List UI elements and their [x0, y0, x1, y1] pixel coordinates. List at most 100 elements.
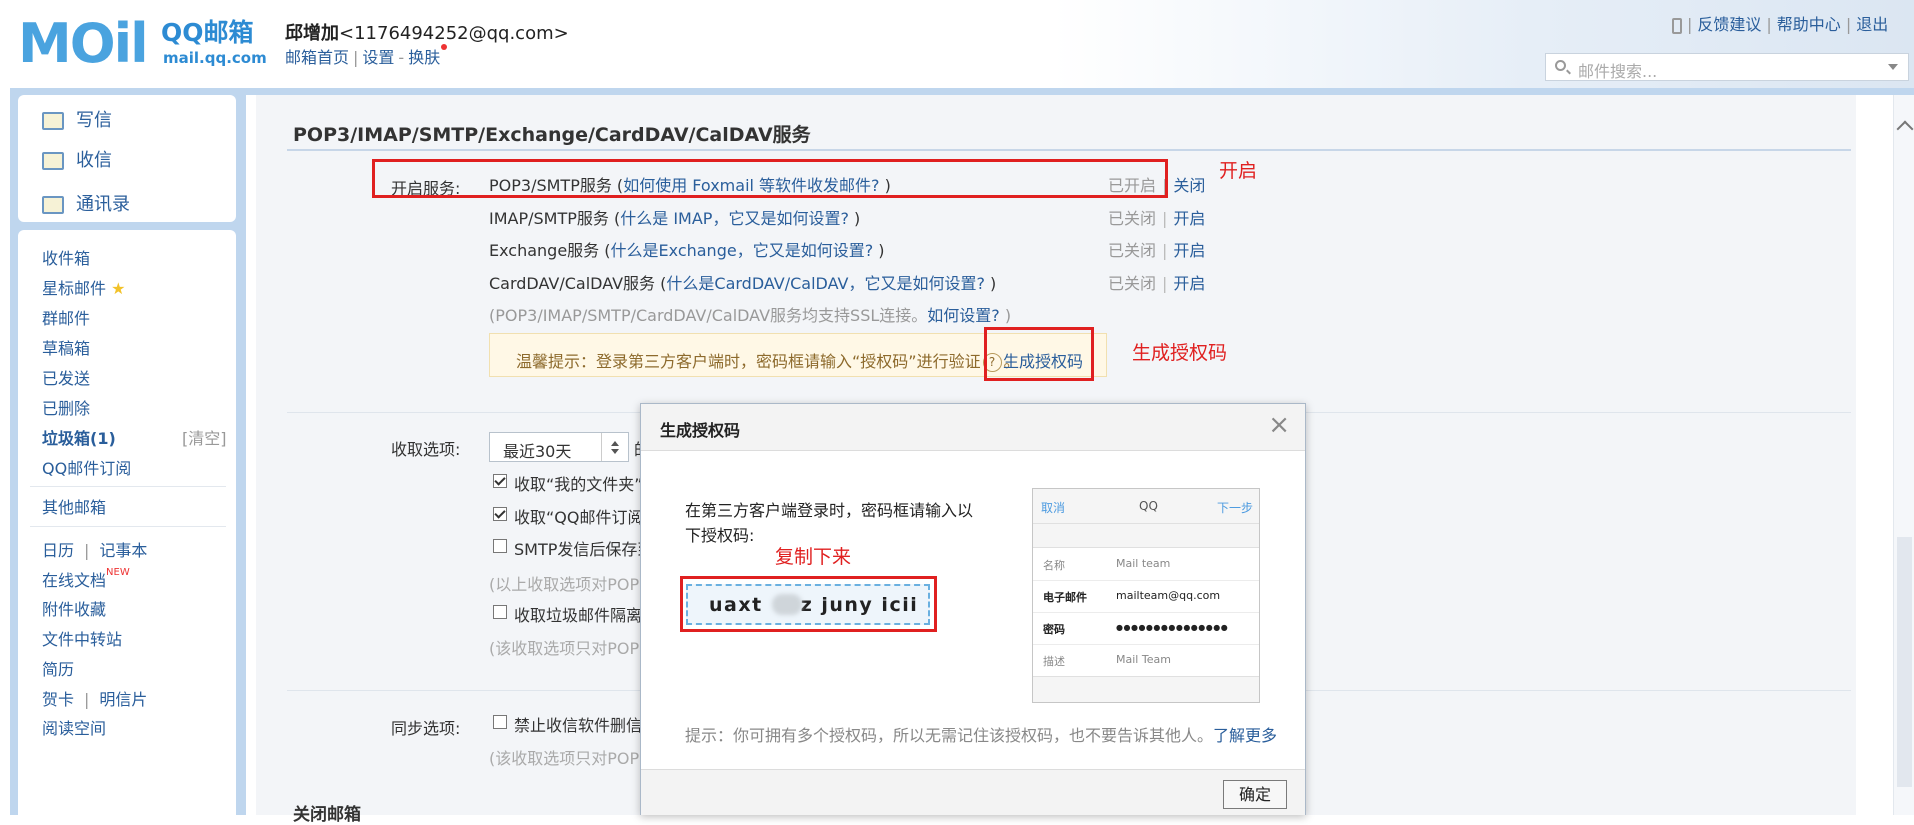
- generate-auth-code-dialog: 生成授权码 × 在第三方客户端登录时，密码框请输入以下授权码: 复制下来 uax…: [640, 403, 1306, 815]
- help-center-link[interactable]: 帮助中心: [1777, 15, 1841, 34]
- qq-mail-logo[interactable]: MOil QQ邮箱 mail.qq.com: [18, 12, 267, 75]
- nav-deleted[interactable]: 已删除: [42, 395, 90, 419]
- toggle-service-button[interactable]: 开启: [1173, 241, 1205, 260]
- spam-clear-link[interactable]: [清空]: [182, 425, 227, 449]
- preview-key: 描述: [1043, 655, 1065, 668]
- search-icon: [1555, 60, 1566, 71]
- scroll-up-icon[interactable]: [1896, 120, 1914, 138]
- preview-row: 电子邮件 mailteam@qq.com: [1033, 580, 1259, 613]
- receive-range-select[interactable]: 最近30天: [489, 432, 629, 462]
- auth-code-tip: 温馨提示：登录第三方客户端时，密码框请输入“授权码”进行验证?。: [516, 352, 1020, 372]
- checkbox-spam-receive[interactable]: [493, 605, 507, 619]
- nav-drafts[interactable]: 草稿箱: [42, 335, 90, 359]
- nav-sent[interactable]: 已发送: [42, 365, 90, 389]
- preview-value: ●●●●●●●●●●●●●●●: [1116, 623, 1229, 632]
- preview-title: QQ: [1139, 499, 1158, 513]
- service-imap: IMAP/SMTP服务 (什么是 IMAP，它又是如何设置? ): [489, 205, 860, 229]
- nav-calendar[interactable]: 日历: [42, 541, 74, 560]
- ssl-setup-link[interactable]: 如何设置?: [927, 306, 1000, 325]
- preview-cancel: 取消: [1041, 501, 1066, 515]
- change-skin-link[interactable]: 换肤: [408, 48, 440, 67]
- annotation-box-pop3: [372, 159, 1168, 198]
- nav-primary: 写信 收信 通讯录: [18, 95, 236, 222]
- close-mailbox-heading: 关闭邮箱: [293, 805, 361, 825]
- annotation-box-code: [680, 576, 937, 632]
- preview-value: Mail team: [1116, 557, 1171, 570]
- checkbox-spam-receive-label: 收取垃圾邮件隔离: [514, 606, 643, 625]
- receive-range-value: 最近30天: [503, 442, 572, 461]
- nav-starred-label: 星标邮件: [42, 279, 107, 298]
- service-status: 已关闭 | 开启: [1108, 274, 1206, 293]
- nav-spam[interactable]: 垃圾箱(1): [42, 425, 116, 449]
- preview-row: 描述 Mail Team: [1033, 644, 1259, 676]
- preview-row: 密码 ●●●●●●●●●●●●●●●: [1033, 612, 1259, 645]
- nav-online-docs[interactable]: 在线文档NEW: [42, 567, 130, 591]
- contacts-icon: [42, 196, 64, 214]
- nav-greeting-cards[interactable]: 贺卡: [42, 690, 74, 709]
- checkbox-my-folders[interactable]: [493, 474, 507, 488]
- nav-other-mailbox[interactable]: 其他邮箱: [42, 494, 106, 518]
- annotation-generate: 生成授权码: [1132, 342, 1228, 364]
- service-status: 已关闭 | 开启: [1108, 241, 1206, 260]
- nav-resume[interactable]: 简历: [42, 656, 74, 680]
- close-icon[interactable]: ×: [1268, 412, 1290, 438]
- scrollbar-thumb[interactable]: [1897, 537, 1912, 787]
- compose-label: 写信: [76, 110, 112, 131]
- search-dropdown-icon[interactable]: [1888, 64, 1898, 70]
- learn-more-link[interactable]: 了解更多: [1213, 726, 1277, 745]
- dialog-header: 生成授权码 ×: [641, 404, 1305, 451]
- service-help-link[interactable]: 什么是 IMAP，它又是如何设置?: [620, 209, 849, 228]
- logout-link[interactable]: 退出: [1856, 15, 1888, 34]
- feedback-link[interactable]: 反馈建议: [1697, 15, 1761, 34]
- status-text: 已关闭: [1108, 209, 1157, 228]
- checkbox-smtp-save[interactable]: [493, 539, 507, 553]
- settings-link[interactable]: 设置: [362, 48, 394, 67]
- preview-key: 名称: [1043, 559, 1065, 572]
- confirm-button[interactable]: 确定: [1223, 780, 1287, 809]
- toggle-service-button[interactable]: 开启: [1173, 274, 1205, 293]
- nav-postcards[interactable]: 明信片: [99, 690, 147, 709]
- nav-starred[interactable]: 星标邮件 ★: [42, 275, 125, 299]
- service-exchange: Exchange服务 (什么是Exchange，它又是如何设置? ): [489, 237, 885, 261]
- nav-reading-space[interactable]: 阅读空间: [42, 715, 106, 739]
- annotation-copy: 复制下来: [775, 546, 852, 568]
- preview-form: 名称 Mail team 电子邮件 mailteam@qq.com 密码 ●●●●●●…: [1033, 547, 1259, 677]
- mail-search-input[interactable]: 邮件搜索...: [1545, 53, 1909, 81]
- nav-divider: [30, 486, 226, 487]
- mobile-icon[interactable]: [1672, 17, 1682, 34]
- toggle-service-button[interactable]: 开启: [1173, 209, 1205, 228]
- service-name: Exchange服务 (: [489, 241, 611, 260]
- preview-nav-bar: 取消 QQ 下一步: [1033, 489, 1259, 524]
- nav-attachments[interactable]: 附件收藏: [42, 596, 106, 620]
- vertical-scrollbar[interactable]: [1893, 95, 1914, 815]
- client-setup-preview: 取消 QQ 下一步 名称 Mail team 电子邮件 mailteam@qq.co…: [1032, 488, 1260, 703]
- header-links: 邮箱首页 | 设置 - 换肤: [285, 44, 448, 68]
- nav-cards: 贺卡 | 明信片: [42, 690, 148, 709]
- service-name: IMAP/SMTP服务 (: [489, 209, 621, 228]
- preview-next: 下一步: [1216, 501, 1253, 515]
- logo-mark: MOil: [18, 12, 149, 75]
- skin-new-dot: [441, 44, 448, 50]
- nav-online-docs-label: 在线文档: [42, 571, 107, 590]
- inbox-check-button[interactable]: 收信: [42, 146, 112, 172]
- contacts-button[interactable]: 通讯录: [42, 190, 130, 216]
- nav-file-transfer[interactable]: 文件中转站: [42, 626, 122, 650]
- nav-subscriptions[interactable]: QQ邮件订阅: [42, 455, 131, 479]
- toggle-service-button[interactable]: 关闭: [1173, 176, 1205, 195]
- user-name: 邱增加: [285, 23, 339, 44]
- search-placeholder: 邮件搜索...: [1578, 62, 1658, 81]
- nav-group-mail[interactable]: 群邮件: [42, 305, 90, 329]
- preview-key: 电子邮件: [1043, 591, 1087, 604]
- logo-url: mail.qq.com: [163, 49, 267, 67]
- nav-notes[interactable]: 记事本: [99, 541, 147, 560]
- nav-inbox[interactable]: 收件箱: [42, 245, 90, 269]
- ssl-note: (POP3/IMAP/SMTP/CardDAV/CalDAV服务均支持SSL连接…: [489, 302, 1011, 326]
- service-help-link[interactable]: 什么是CardDAV/CalDAV，它又是如何设置?: [666, 274, 985, 293]
- compose-button[interactable]: 写信: [42, 106, 112, 132]
- checkbox-no-delete[interactable]: [493, 715, 507, 729]
- service-help-link[interactable]: 什么是Exchange，它又是如何设置?: [611, 241, 874, 260]
- dialog-hint-text: 提示：你可拥有多个授权码，所以无需记住该授权码，也不要告诉其他人。: [685, 726, 1214, 745]
- mailbox-home-link[interactable]: 邮箱首页: [285, 48, 349, 67]
- section-title: POP3/IMAP/SMTP/Exchange/CardDAV/CalDAV服务: [293, 124, 811, 146]
- checkbox-subscriptions[interactable]: [493, 507, 507, 521]
